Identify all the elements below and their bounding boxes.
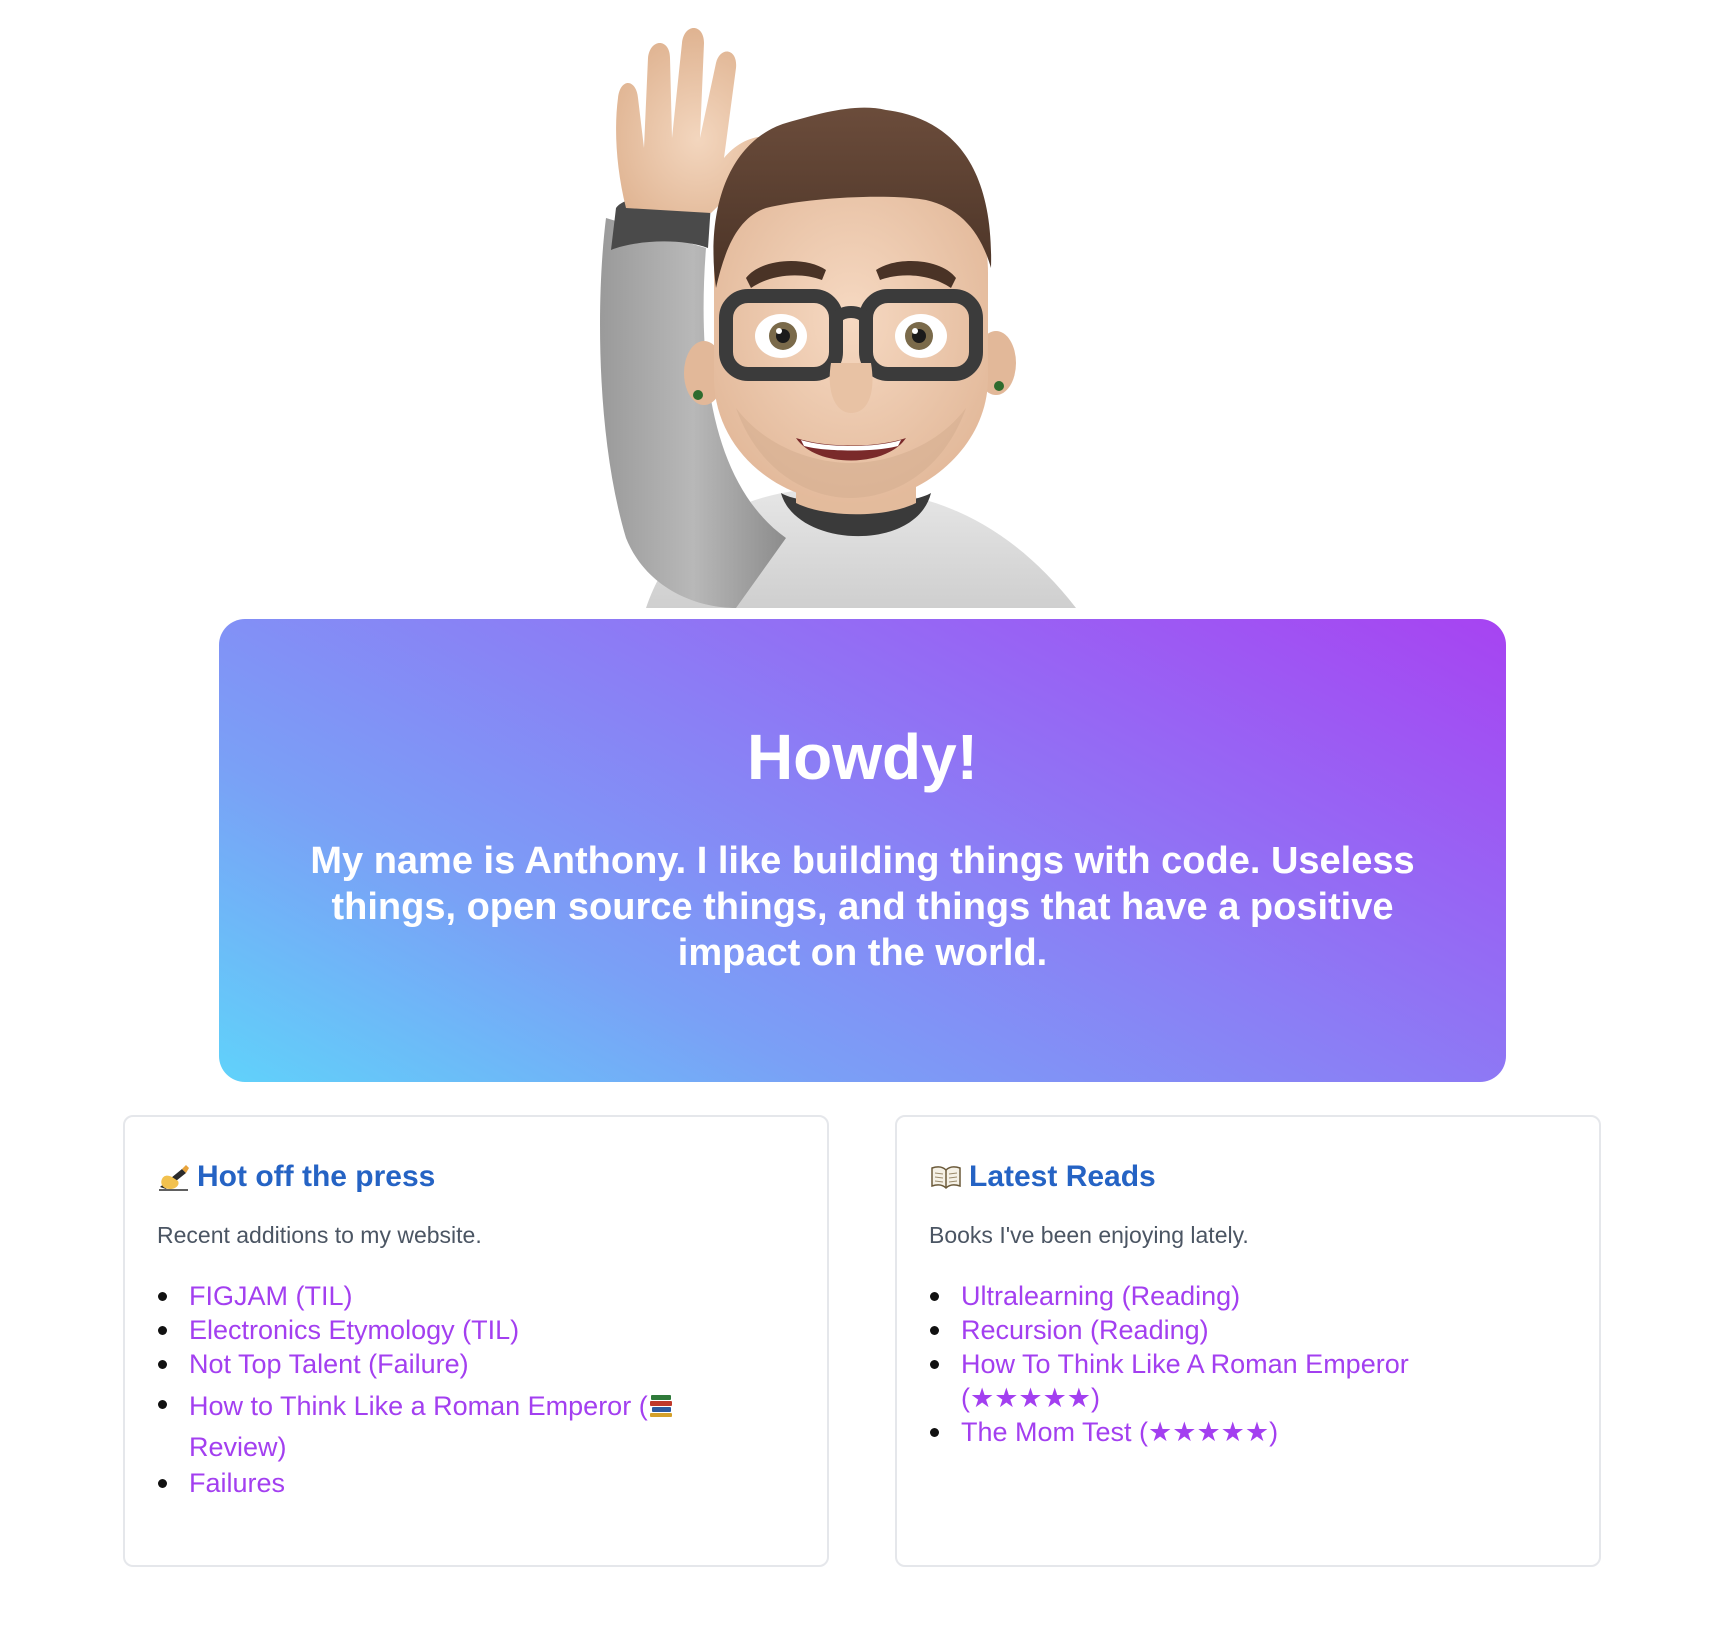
latest-reads-list: Ultralearning (Reading) Recursion (Readi…	[929, 1279, 1567, 1449]
post-link-roman-emperor-label: How to Think Like a Roman Emperor (	[189, 1391, 648, 1422]
book-link-roman-emperor[interactable]: How To Think Like A Roman Emperor (★★★★★…	[961, 1349, 1409, 1413]
open-book-icon	[929, 1162, 963, 1192]
hot-off-the-press-description: Recent additions to my website.	[157, 1222, 482, 1248]
hero-title: Howdy!	[746, 721, 979, 794]
post-link-roman-emperor-label-2: Review)	[189, 1432, 287, 1463]
list-item: How to Think Like a Roman Emperor ( Revi…	[158, 1387, 795, 1466]
list-item: Not Top Talent (Failure)	[158, 1347, 795, 1381]
memoji-avatar	[586, 18, 1106, 608]
post-link-failures[interactable]: Failures	[189, 1468, 285, 1498]
list-item: The Mom Test (★★★★★)	[930, 1415, 1567, 1449]
recent-additions-list: FIGJAM (TIL) Electronics Etymology (TIL)…	[157, 1279, 795, 1500]
book-link-ultralearning[interactable]: Ultralearning (Reading)	[961, 1281, 1240, 1311]
post-link-electronics-etymology[interactable]: Electronics Etymology (TIL)	[189, 1315, 519, 1345]
list-item: FIGJAM (TIL)	[158, 1279, 795, 1313]
list-item: Failures	[158, 1466, 795, 1500]
post-link-figjam[interactable]: FIGJAM (TIL)	[189, 1281, 353, 1311]
hero-intro-text: My name is Anthony. I like building thin…	[310, 839, 1415, 974]
latest-reads-description: Books I've been enjoying lately.	[929, 1222, 1249, 1248]
list-item: How To Think Like A Roman Emperor (★★★★★…	[930, 1347, 1567, 1415]
post-link-roman-emperor[interactable]: How to Think Like a Roman Emperor ( Revi…	[189, 1391, 674, 1462]
writing-hand-icon	[157, 1162, 191, 1192]
latest-reads-card: Latest Reads Books I've been enjoying la…	[895, 1115, 1601, 1567]
hot-off-the-press-card: Hot off the press Recent additions to my…	[123, 1115, 829, 1567]
hero-banner: Howdy! My name is Anthony. I like buildi…	[219, 619, 1506, 1082]
list-item: Ultralearning (Reading)	[930, 1279, 1567, 1313]
latest-reads-heading: Latest Reads	[929, 1159, 1567, 1195]
latest-reads-title[interactable]: Latest Reads	[969, 1159, 1156, 1195]
hot-off-the-press-title[interactable]: Hot off the press	[197, 1159, 435, 1195]
book-link-recursion[interactable]: Recursion (Reading)	[961, 1315, 1209, 1345]
post-link-not-top-talent[interactable]: Not Top Talent (Failure)	[189, 1349, 469, 1379]
list-item: Electronics Etymology (TIL)	[158, 1313, 795, 1347]
hot-off-the-press-heading: Hot off the press	[157, 1159, 795, 1195]
list-item: Recursion (Reading)	[930, 1313, 1567, 1347]
books-icon	[648, 1390, 674, 1428]
book-link-mom-test[interactable]: The Mom Test (★★★★★)	[961, 1417, 1278, 1447]
